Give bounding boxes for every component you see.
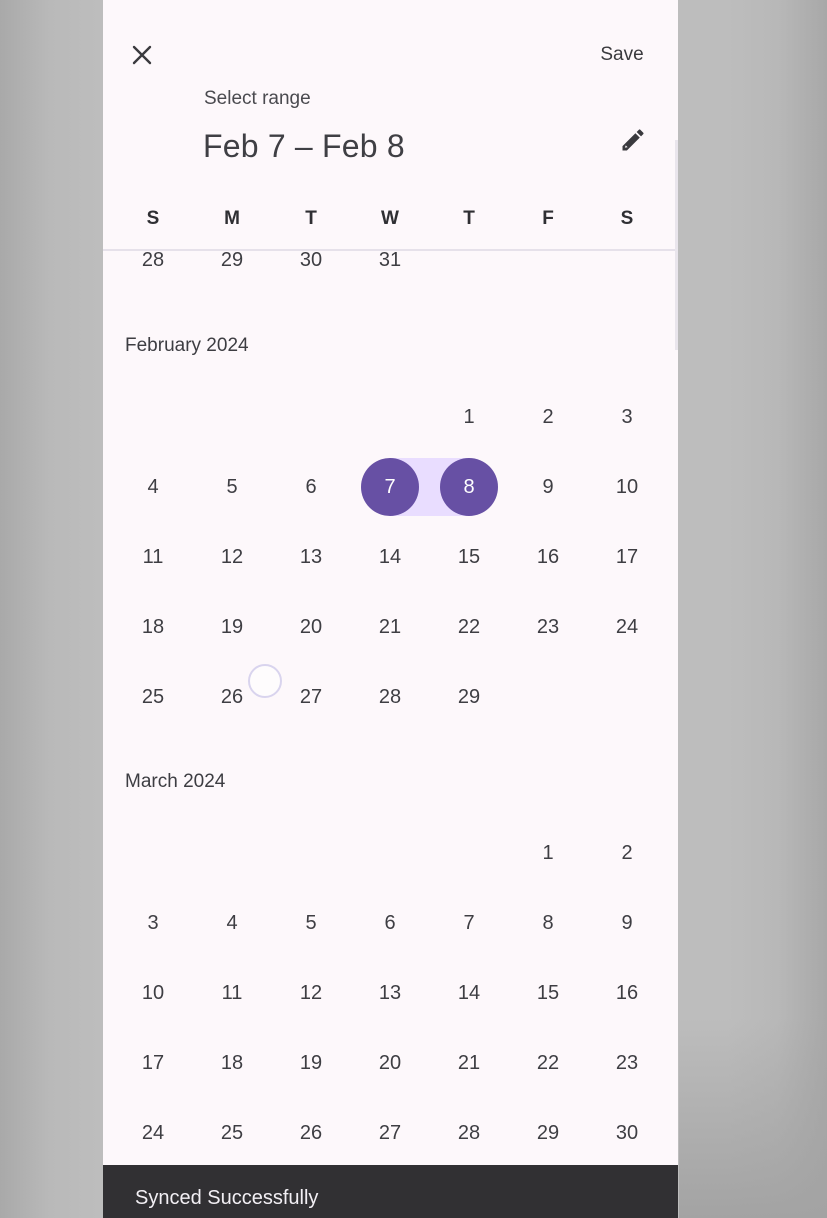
day-mar-30[interactable]: 30 bbox=[598, 1104, 656, 1162]
weekday-label: F bbox=[542, 208, 554, 229]
weekday-label: S bbox=[620, 208, 634, 229]
snackbar-message: Synced Successfully bbox=[135, 1187, 319, 1209]
close-icon bbox=[132, 45, 152, 65]
day-feb-28[interactable]: 28 bbox=[361, 668, 419, 726]
range-label: Select range bbox=[204, 88, 311, 109]
day-mar-15[interactable]: 15 bbox=[519, 964, 577, 1022]
day-mar-19[interactable]: 19 bbox=[282, 1034, 340, 1092]
edit-button[interactable] bbox=[615, 122, 651, 158]
day-feb-12[interactable]: 12 bbox=[203, 528, 261, 586]
day-mar-16[interactable]: 16 bbox=[598, 964, 656, 1022]
day-feb-3[interactable]: 3 bbox=[598, 388, 656, 446]
day-jan-30[interactable]: 30 bbox=[282, 231, 340, 289]
day-mar-8[interactable]: 8 bbox=[519, 894, 577, 952]
month-title-february: February 2024 bbox=[125, 335, 249, 356]
day-mar-27[interactable]: 27 bbox=[361, 1104, 419, 1162]
save-button[interactable]: Save bbox=[587, 40, 657, 70]
day-mar-9[interactable]: 9 bbox=[598, 894, 656, 952]
day-feb-22[interactable]: 22 bbox=[440, 598, 498, 656]
weekday-label: W bbox=[381, 208, 399, 229]
day-mar-12[interactable]: 12 bbox=[282, 964, 340, 1022]
day-feb-18[interactable]: 18 bbox=[124, 598, 182, 656]
day-mar-24[interactable]: 24 bbox=[124, 1104, 182, 1162]
day-mar-14[interactable]: 14 bbox=[440, 964, 498, 1022]
day-jan-29[interactable]: 29 bbox=[203, 231, 261, 289]
day-mar-6[interactable]: 6 bbox=[361, 894, 419, 952]
day-feb-17[interactable]: 17 bbox=[598, 528, 656, 586]
pencil-icon bbox=[622, 129, 644, 151]
day-feb-23[interactable]: 23 bbox=[519, 598, 577, 656]
day-mar-13[interactable]: 13 bbox=[361, 964, 419, 1022]
day-mar-26[interactable]: 26 bbox=[282, 1104, 340, 1162]
day-feb-24[interactable]: 24 bbox=[598, 598, 656, 656]
weekday-label: S bbox=[146, 208, 160, 229]
day-mar-25[interactable]: 25 bbox=[203, 1104, 261, 1162]
day-mar-20[interactable]: 20 bbox=[361, 1034, 419, 1092]
day-feb-8-range-end[interactable]: 8 bbox=[440, 458, 498, 516]
scrollbar[interactable] bbox=[675, 140, 678, 350]
day-mar-2[interactable]: 2 bbox=[598, 824, 656, 882]
day-mar-23[interactable]: 23 bbox=[598, 1034, 656, 1092]
day-feb-5[interactable]: 5 bbox=[203, 458, 261, 516]
weekday-label: M bbox=[224, 208, 240, 229]
close-button[interactable] bbox=[123, 36, 161, 74]
day-feb-2[interactable]: 2 bbox=[519, 388, 577, 446]
day-feb-27[interactable]: 27 bbox=[282, 668, 340, 726]
day-feb-19[interactable]: 19 bbox=[203, 598, 261, 656]
day-feb-9[interactable]: 9 bbox=[519, 458, 577, 516]
background-shade bbox=[679, 1018, 827, 1218]
month-title-march: March 2024 bbox=[125, 771, 226, 792]
day-mar-1[interactable]: 1 bbox=[519, 824, 577, 882]
day-mar-10[interactable]: 10 bbox=[124, 964, 182, 1022]
day-mar-5[interactable]: 5 bbox=[282, 894, 340, 952]
day-mar-4[interactable]: 4 bbox=[203, 894, 261, 952]
day-mar-3[interactable]: 3 bbox=[124, 894, 182, 952]
day-feb-11[interactable]: 11 bbox=[124, 528, 182, 586]
day-feb-29[interactable]: 29 bbox=[440, 668, 498, 726]
day-jan-31[interactable]: 31 bbox=[361, 231, 419, 289]
day-mar-18[interactable]: 18 bbox=[203, 1034, 261, 1092]
touch-indicator bbox=[248, 664, 282, 698]
day-mar-22[interactable]: 22 bbox=[519, 1034, 577, 1092]
day-mar-28[interactable]: 28 bbox=[440, 1104, 498, 1162]
day-feb-15[interactable]: 15 bbox=[440, 528, 498, 586]
day-mar-11[interactable]: 11 bbox=[203, 964, 261, 1022]
day-feb-25[interactable]: 25 bbox=[124, 668, 182, 726]
day-mar-29[interactable]: 29 bbox=[519, 1104, 577, 1162]
day-mar-21[interactable]: 21 bbox=[440, 1034, 498, 1092]
day-feb-14[interactable]: 14 bbox=[361, 528, 419, 586]
date-range-picker-dialog: Save Select range Feb 7 – Feb 8 S M T W … bbox=[103, 0, 678, 1218]
day-feb-20[interactable]: 20 bbox=[282, 598, 340, 656]
day-mar-17[interactable]: 17 bbox=[124, 1034, 182, 1092]
day-jan-28[interactable]: 28 bbox=[124, 231, 182, 289]
selected-range-value: Feb 7 – Feb 8 bbox=[203, 128, 405, 164]
weekday-label: T bbox=[463, 208, 475, 229]
day-feb-4[interactable]: 4 bbox=[124, 458, 182, 516]
day-feb-1[interactable]: 1 bbox=[440, 388, 498, 446]
day-feb-13[interactable]: 13 bbox=[282, 528, 340, 586]
day-feb-7-range-start[interactable]: 7 bbox=[361, 458, 419, 516]
day-mar-7[interactable]: 7 bbox=[440, 894, 498, 952]
weekday-label: T bbox=[305, 208, 317, 229]
day-feb-6[interactable]: 6 bbox=[282, 458, 340, 516]
snackbar: Synced Successfully bbox=[103, 1165, 678, 1218]
day-feb-10[interactable]: 10 bbox=[598, 458, 656, 516]
day-feb-16[interactable]: 16 bbox=[519, 528, 577, 586]
day-feb-21[interactable]: 21 bbox=[361, 598, 419, 656]
